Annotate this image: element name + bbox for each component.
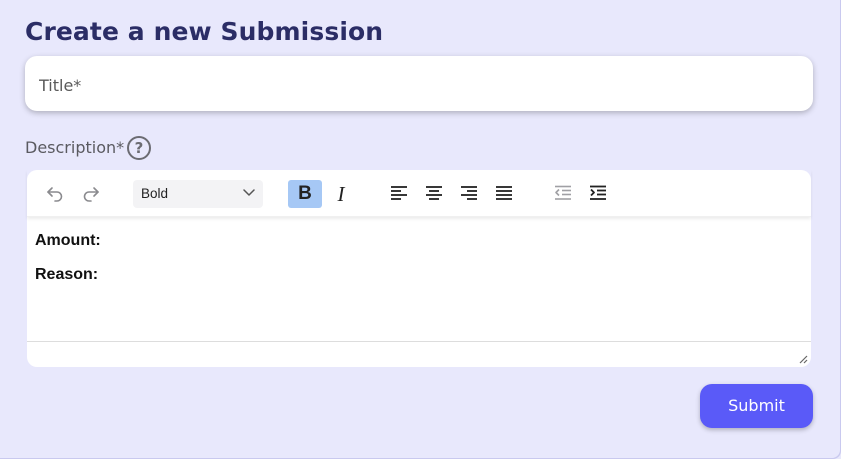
align-left-icon[interactable]	[385, 179, 413, 207]
submission-form: Create a new Submission Description* ? B…	[0, 0, 841, 459]
redo-icon[interactable]	[77, 179, 105, 207]
submit-button[interactable]: Submit	[700, 384, 813, 428]
align-right-icon[interactable]	[455, 179, 483, 207]
help-icon[interactable]: ?	[127, 136, 151, 160]
description-label: Description*	[25, 138, 125, 157]
chevron-down-icon	[243, 189, 255, 196]
align-center-icon[interactable]	[420, 179, 448, 207]
outdent-icon[interactable]	[549, 179, 577, 207]
resize-handle-icon[interactable]	[799, 355, 808, 364]
block-format-select[interactable]: Bold	[133, 180, 263, 208]
block-format-value: Bold	[141, 186, 169, 201]
undo-icon[interactable]	[41, 179, 69, 207]
editor-content[interactable]: Amount: Reason:	[35, 232, 101, 300]
italic-button[interactable]: I	[330, 180, 352, 208]
content-line[interactable]: Amount:	[35, 232, 101, 250]
page-title: Create a new Submission	[25, 17, 384, 46]
rich-text-editor: Bold B I Amount: Reason:	[27, 170, 811, 367]
title-field[interactable]	[25, 56, 813, 111]
editor-toolbar: Bold B I	[27, 170, 811, 217]
title-input[interactable]	[37, 72, 801, 98]
content-line[interactable]: Reason:	[35, 266, 101, 284]
align-justify-icon[interactable]	[490, 179, 518, 207]
indent-icon[interactable]	[584, 179, 612, 207]
editor-statusbar	[27, 341, 811, 368]
bold-button[interactable]: B	[288, 180, 322, 208]
